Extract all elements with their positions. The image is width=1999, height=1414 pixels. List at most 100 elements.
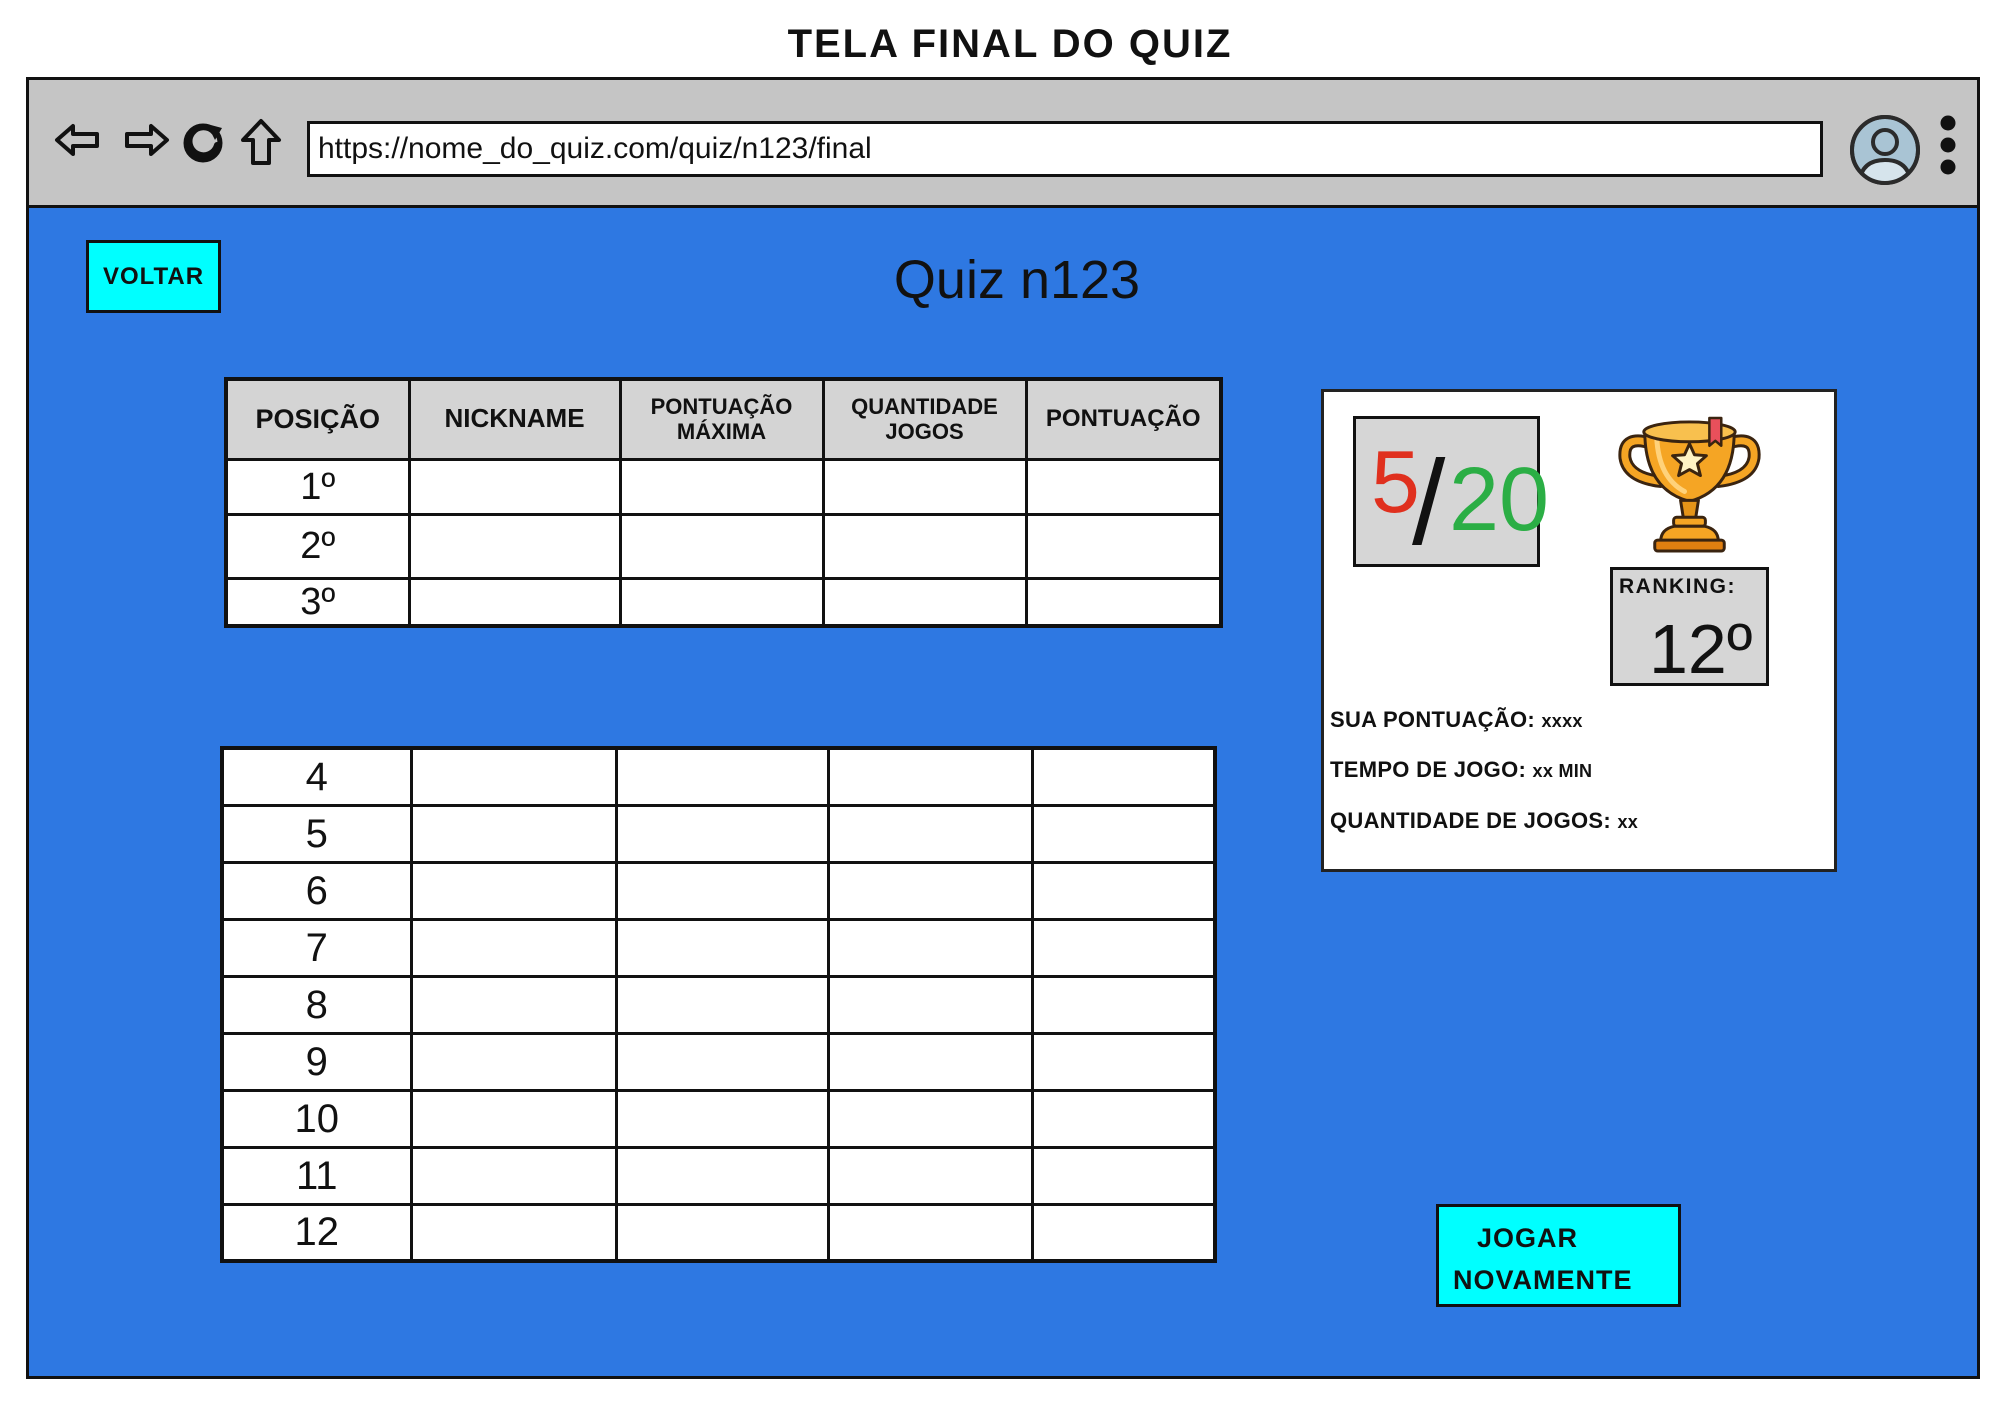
back-link-button[interactable]: VOLTAR [86,240,221,313]
more-options-button[interactable] [1939,114,1957,176]
max-score-cell [614,1145,830,1206]
quiz-title: Quiz n123 [893,250,1141,310]
max-score-cell [614,746,830,807]
position-cell: 10 [220,1088,413,1149]
nickname-cell [409,746,618,807]
ranking-row: 9 [220,1031,1217,1092]
profile-button[interactable] [1849,114,1921,186]
games-count-cell [821,576,1028,628]
ranking-row: 11 [220,1145,1217,1206]
kebab-menu-icon [1940,115,1956,175]
games-count-cell [826,860,1034,921]
ranking-row: 12 [220,1202,1217,1263]
position-cell: 1º [224,457,411,516]
ranking-row: 2º [224,512,1223,580]
stat-game-time: TEMPO DE JOGO: xx MIN [1330,756,1592,785]
position-cell: 6 [220,860,413,921]
nickname-cell [409,1145,618,1206]
stat-value: xxxx [1541,711,1583,731]
result-card: 5 / 20 RANKING: 12º SUA PONTUAÇÃO: xxxx … [1321,389,1837,872]
score-cell [1030,917,1217,978]
stat-games-count: QUANTIDADE DE JOGOS: xx [1330,807,1638,836]
score-separator: / [1412,436,1446,570]
stat-label: SUA PONTUAÇÃO: [1330,707,1536,732]
ranking-value: 12º [1649,610,1753,688]
position-cell: 4 [220,746,413,807]
score-cell [1030,860,1217,921]
stat-value: xx [1617,812,1639,832]
nickname-cell [407,512,622,580]
score-cell [1030,1088,1217,1149]
stat-label: QUANTIDADE DE JOGOS: [1330,808,1612,833]
nickname-cell [409,974,618,1035]
games-count-cell [826,1145,1034,1206]
refresh-icon [183,123,223,163]
score-cell [1024,457,1223,516]
ranking-row: 8 [220,974,1217,1035]
score-cell [1030,1202,1217,1263]
position-cell: 5 [220,803,413,864]
games-count-cell [826,803,1034,864]
arrow-left-icon [55,124,99,156]
games-count-cell [826,974,1034,1035]
nickname-cell [409,1031,618,1092]
ranking-row: 6 [220,860,1217,921]
arrow-right-icon [125,124,169,156]
browser-toolbar: https://nome_do_quiz.com/quiz/n123/final [29,80,1977,208]
max-score-cell [614,803,830,864]
ranking-box: RANKING: 12º [1610,567,1769,686]
column-header-nickname: NICKNAME [407,377,622,461]
home-icon [241,119,281,165]
url-text: https://nome_do_quiz.com/quiz/n123/final [318,132,872,165]
remaining-ranking-table: 4 5 6 7 8 9 10 11 12 [220,746,1217,1263]
stat-your-score: SUA PONTUAÇÃO: xxxx [1330,706,1583,735]
score-cell [1024,512,1223,580]
score-cell [1030,974,1217,1035]
max-score-cell [614,974,830,1035]
user-avatar-icon [1850,115,1920,185]
ranking-row: 7 [220,917,1217,978]
ranking-row: 3º [224,576,1223,628]
stat-value: xx MIN [1532,761,1593,781]
max-score-cell [618,512,825,580]
position-cell: 7 [220,917,413,978]
ranking-row: 10 [220,1088,1217,1149]
top-ranking-table: POSIÇÃO NICKNAME PONTUAÇÃO MÁXIMA QUANTI… [224,377,1223,628]
score-cell [1030,1031,1217,1092]
games-count-cell [821,512,1028,580]
header-row: POSIÇÃO NICKNAME PONTUAÇÃO MÁXIMA QUANTI… [224,377,1223,461]
back-button[interactable] [54,123,100,157]
address-bar[interactable]: https://nome_do_quiz.com/quiz/n123/final [307,121,1823,177]
games-count-cell [826,917,1034,978]
score-cell [1030,803,1217,864]
max-score-cell [614,860,830,921]
score-cell [1024,576,1223,628]
home-button[interactable] [240,118,282,166]
refresh-button[interactable] [180,119,226,165]
games-count-cell [826,1031,1034,1092]
position-cell: 12 [220,1202,413,1263]
nickname-cell [409,860,618,921]
nickname-cell [409,803,618,864]
max-score-cell [618,457,825,516]
page-title: TELA FINAL DO QUIZ [787,22,1233,66]
score-box: 5 / 20 [1353,416,1549,570]
nickname-cell [407,457,622,516]
trophy-icon [1618,416,1761,553]
score-cell [1030,1145,1217,1206]
column-header-games-count: QUANTIDADE JOGOS [821,377,1028,461]
games-count-cell [821,457,1028,516]
games-count-cell [826,746,1034,807]
position-cell: 9 [220,1031,413,1092]
nickname-cell [409,1088,618,1149]
nickname-cell [407,576,622,628]
games-count-cell [826,1202,1034,1263]
play-again-button[interactable]: JOGAR NOVAMENTE [1436,1204,1681,1307]
position-cell: 8 [220,974,413,1035]
ranking-row: 1º [224,457,1223,516]
ranking-row: 5 [220,803,1217,864]
ranking-label: RANKING: [1619,575,1736,598]
nickname-cell [409,917,618,978]
score-cell [1030,746,1217,807]
forward-button[interactable] [124,123,170,157]
